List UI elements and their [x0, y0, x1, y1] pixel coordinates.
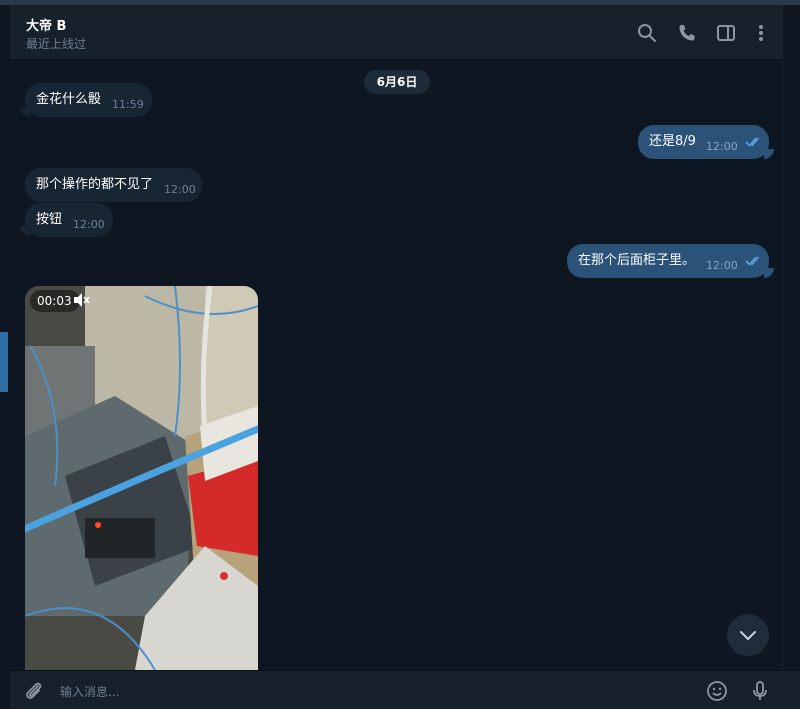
message-time: 12:00: [73, 218, 105, 231]
scrollbar-track[interactable]: [782, 5, 800, 670]
read-checkmarks-icon: [745, 256, 760, 266]
search-icon[interactable]: [636, 22, 658, 44]
message-bubble[interactable]: 按钮 12:00: [25, 203, 113, 237]
message-time: 12:00: [706, 259, 738, 272]
message-bubble[interactable]: 那个操作的都不见了 12:00: [25, 168, 202, 202]
muted-speaker-icon[interactable]: [73, 292, 91, 308]
chevron-down-icon: [740, 631, 756, 640]
phone-icon[interactable]: [676, 22, 698, 44]
message-text: 在那个后面柜子里。: [578, 253, 696, 268]
message-text: 按钮: [36, 212, 63, 227]
sidebar-toggle-icon[interactable]: [715, 22, 737, 44]
emoji-icon[interactable]: [705, 679, 729, 703]
chat-header: 大帝 B 最近上线过: [10, 5, 782, 60]
video-message[interactable]: 00:03: [25, 286, 258, 670]
message-text: 还是8/9: [649, 134, 696, 149]
message-composer: 输入消息...: [10, 670, 800, 709]
video-thumbnail: [25, 286, 258, 670]
read-checkmarks-icon: [745, 137, 760, 147]
message-text: 那个操作的都不见了: [36, 177, 154, 192]
date-separator: 6月6日: [364, 70, 430, 94]
scroll-to-bottom-button[interactable]: [727, 614, 769, 656]
message-time: 12:00: [164, 183, 196, 196]
message-bubble[interactable]: 还是8/9 12:00: [638, 125, 769, 159]
contact-status: 最近上线过: [26, 37, 87, 51]
microphone-icon[interactable]: [748, 679, 772, 703]
message-text: 金花什么骰: [36, 92, 102, 107]
message-input[interactable]: 输入消息...: [60, 683, 119, 700]
contact-name[interactable]: 大帝 B: [26, 15, 66, 34]
left-rail-accent: [0, 332, 8, 392]
message-bubble[interactable]: 金花什么骰 11:59: [25, 83, 152, 117]
attach-icon[interactable]: [22, 679, 46, 703]
message-bubble[interactable]: 在那个后面柜子里。 12:00: [567, 244, 769, 278]
video-duration: 00:03: [37, 294, 72, 308]
message-time: 12:00: [706, 140, 738, 153]
more-vertical-icon[interactable]: [750, 22, 772, 44]
message-time: 11:59: [112, 98, 144, 111]
